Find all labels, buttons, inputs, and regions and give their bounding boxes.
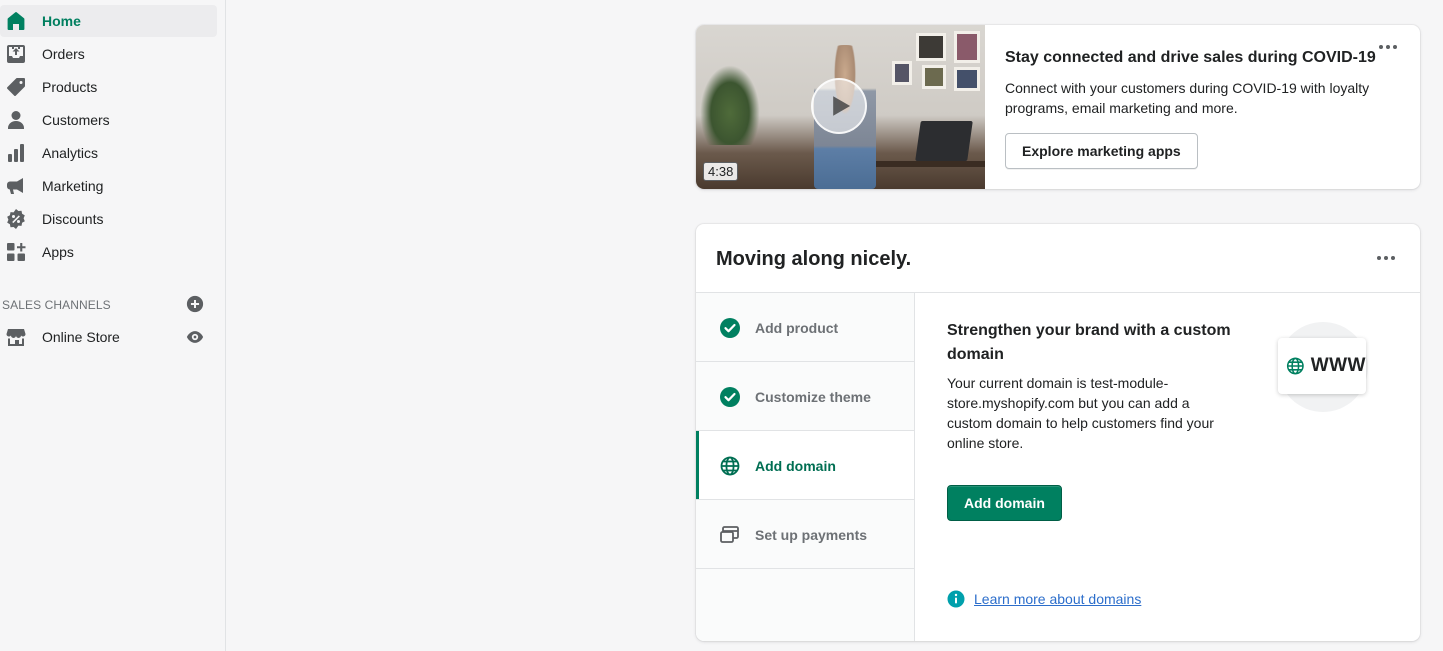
sidebar-item-orders[interactable]: Orders	[0, 38, 217, 70]
learn-more-domains-link[interactable]: Learn more about domains	[974, 591, 1141, 607]
add-sales-channel-button[interactable]	[185, 294, 205, 314]
store-icon	[6, 327, 26, 347]
sidebar-item-analytics[interactable]: Analytics	[0, 137, 217, 169]
step-add-domain[interactable]: Add domain	[696, 431, 914, 500]
video-thumbnail[interactable]: 4:38	[696, 25, 985, 189]
step-label: Set up payments	[755, 527, 868, 543]
globe-icon	[719, 455, 741, 477]
more-horizontal-icon	[1379, 45, 1397, 49]
eye-icon	[186, 331, 204, 343]
setup-guide-card: Moving along nicely. Add product Customi…	[696, 224, 1420, 641]
person-icon	[6, 110, 26, 130]
sidebar-item-marketing[interactable]: Marketing	[0, 170, 217, 202]
credit-card-icon	[719, 524, 741, 546]
setup-guide-title: Moving along nicely.	[716, 248, 912, 270]
step-add-product[interactable]: Add product	[696, 293, 914, 362]
bar-chart-icon	[6, 143, 26, 163]
learn-more-row: Learn more about domains	[947, 590, 1141, 608]
sidebar-item-label: Customers	[42, 112, 110, 128]
sidebar-item-label: Home	[42, 13, 81, 29]
sidebar-item-label: Marketing	[42, 178, 104, 194]
step-customize-theme[interactable]: Customize theme	[696, 362, 914, 431]
laptop-decoration	[915, 121, 973, 161]
covid-card-title: Stay connected and drive sales during CO…	[1005, 49, 1376, 66]
sidebar-nav: Home Orders Products Customers Analytics…	[0, 0, 226, 651]
step-detail-description: Your current domain is test-module-store…	[947, 375, 1214, 451]
plant-decoration	[700, 65, 760, 145]
sidebar-item-apps[interactable]: Apps	[0, 236, 217, 268]
www-chip: WWW	[1278, 338, 1366, 394]
setup-steps-list: Add product Customize theme Add domain S…	[696, 293, 915, 641]
step-label: Add domain	[755, 458, 836, 474]
sidebar-item-customers[interactable]: Customers	[0, 104, 217, 136]
explore-marketing-apps-button[interactable]: Explore marketing apps	[1005, 133, 1198, 169]
play-icon	[833, 96, 851, 116]
wall-frame	[916, 33, 946, 61]
sidebar-item-home[interactable]: Home	[0, 5, 217, 37]
covid-card-description: Connect with your customers during COVID…	[1005, 80, 1370, 116]
www-text: WWW	[1310, 355, 1366, 376]
sidebar-item-label: Discounts	[42, 211, 104, 227]
video-duration: 4:38	[703, 162, 739, 181]
step-label: Add product	[755, 320, 839, 336]
discount-icon	[6, 209, 26, 229]
sidebar-item-label: Online Store	[42, 329, 120, 345]
sales-channels-heading: SALES CHANNELS	[2, 298, 111, 312]
orders-icon	[6, 44, 26, 64]
step-set-up-payments[interactable]: Set up payments	[696, 500, 914, 569]
sidebar-item-label: Apps	[42, 244, 74, 260]
sidebar-item-discounts[interactable]: Discounts	[0, 203, 217, 235]
sidebar-item-label: Products	[42, 79, 98, 95]
sidebar-item-label: Analytics	[42, 145, 99, 161]
wall-frame	[954, 31, 980, 63]
home-icon	[6, 11, 26, 31]
check-circle-icon	[719, 317, 741, 339]
sidebar-item-products[interactable]: Products	[0, 71, 217, 103]
tag-icon	[6, 77, 26, 97]
covid-promo-card: 4:38 Stay connected and drive sales duri…	[696, 25, 1420, 189]
plus-circle-icon	[186, 295, 204, 313]
check-circle-icon	[719, 386, 741, 408]
wall-frame	[922, 65, 946, 89]
apps-icon	[6, 242, 26, 262]
view-online-store-button[interactable]	[185, 327, 205, 347]
domain-illustration: WWW	[1278, 322, 1368, 412]
setup-card-more-actions-button[interactable]	[1374, 248, 1398, 268]
add-domain-button[interactable]: Add domain	[947, 485, 1062, 521]
wall-frame	[892, 61, 912, 85]
megaphone-icon	[6, 176, 26, 196]
info-icon	[947, 590, 965, 608]
step-label: Customize theme	[755, 389, 871, 405]
more-horizontal-icon	[1377, 256, 1395, 260]
step-detail-title: Strengthen your brand with a custom doma…	[947, 322, 1231, 363]
sidebar-item-label: Orders	[42, 46, 85, 62]
covid-card-more-actions-button[interactable]	[1376, 37, 1400, 57]
wall-frame	[954, 67, 980, 91]
play-button[interactable]	[811, 78, 867, 134]
globe-icon	[1286, 357, 1304, 375]
